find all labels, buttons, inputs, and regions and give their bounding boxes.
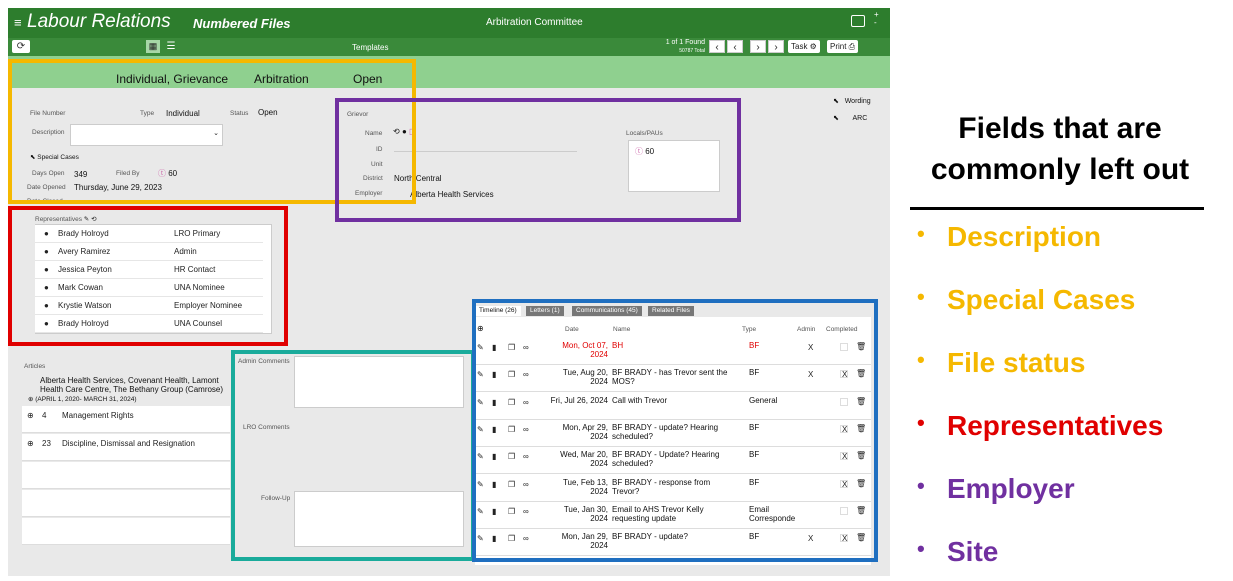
- layout-title: Numbered Files: [193, 16, 291, 31]
- bullet-icon: •: [917, 284, 925, 309]
- list-view-icon[interactable]: ☰: [164, 40, 178, 53]
- highlight-grievor: [335, 98, 741, 222]
- total-count: 50787 Total: [679, 48, 705, 54]
- toolbar: ⟳ ▦ ☰ Templates 1 of 1 Found 50787 Total …: [8, 38, 890, 56]
- article-row: [22, 462, 230, 489]
- record-count: 1 of 1 Found 50787 Total: [648, 39, 705, 55]
- committee-label: Arbitration Committee: [486, 17, 583, 28]
- article-number: 23: [42, 439, 51, 448]
- callout-panel: Fields that are commonly left out • Descri…: [905, 108, 1215, 567]
- up-circle-icon[interactable]: ⊕: [27, 439, 34, 448]
- last-record-icon[interactable]: ›: [768, 40, 784, 53]
- highlight-timeline: [472, 299, 878, 562]
- bullet-icon: •: [917, 473, 925, 498]
- callout-item-text: Description: [947, 221, 1102, 252]
- article-row[interactable]: ⊕ 23 Discipline, Dismissal and Resignation: [22, 434, 230, 461]
- wording-link[interactable]: ⬉ Wording: [833, 97, 871, 105]
- wording-label: Wording: [844, 98, 871, 105]
- print-label: Print: [830, 42, 847, 51]
- article-row: [22, 518, 230, 545]
- window-icon[interactable]: [851, 15, 865, 27]
- article-number: 4: [42, 411, 47, 420]
- callout-item-text: File status: [947, 347, 1086, 378]
- found-count: 1 of 1 Found: [665, 39, 705, 46]
- form-view-icon[interactable]: ▦: [146, 40, 160, 53]
- prev-record-icon[interactable]: ‹: [727, 40, 743, 53]
- callout-heading: Fields that are commonly left out: [905, 108, 1215, 190]
- article-title: Discipline, Dismissal and Resignation: [62, 439, 195, 448]
- refresh-icon[interactable]: ⟳: [12, 40, 30, 53]
- highlight-representatives: [8, 206, 288, 346]
- bullet-icon: •: [917, 221, 925, 246]
- next-record-icon[interactable]: ›: [750, 40, 766, 53]
- callout-item-text: Representatives: [947, 410, 1164, 441]
- hamburger-menu-icon[interactable]: ≡: [14, 15, 22, 30]
- templates-link[interactable]: Templates: [352, 43, 388, 52]
- callout-item-text: Employer: [947, 473, 1075, 504]
- article-row: [22, 490, 230, 517]
- articles-label: Articles: [24, 363, 46, 370]
- app-header: ≡ Labour Relations Numbered Files Arbitr…: [8, 8, 890, 38]
- callout-item-text: Site: [947, 536, 999, 567]
- more-icon[interactable]: + -: [874, 11, 879, 27]
- callout-heading-line-1: Fields that are: [958, 112, 1162, 145]
- up-circle-icon[interactable]: ⊕: [27, 411, 34, 420]
- highlight-comments: [231, 350, 475, 561]
- callout-divider: [910, 207, 1204, 210]
- agreement-dates: (APRIL 1, 2020- MARCH 31, 2024): [35, 396, 137, 403]
- agreement-line-2: Health Care Centre, The Bethany Group (C…: [40, 385, 224, 394]
- arc-label: ARC: [852, 115, 868, 122]
- task-button[interactable]: Task ⚙: [788, 40, 820, 53]
- callout-heading-line-2: commonly left out: [930, 153, 1190, 186]
- bullet-icon: •: [917, 536, 925, 561]
- bullet-icon: •: [917, 347, 925, 372]
- labour-relations-window: ≡ Labour Relations Numbered Files Arbitr…: [8, 8, 890, 576]
- agreement-line-3: ⊕ (APRIL 1, 2020- MARCH 31, 2024): [28, 395, 137, 403]
- callout-item-text: Special Cases: [947, 284, 1136, 315]
- article-title: Management Rights: [62, 411, 134, 420]
- article-row[interactable]: ⊕ 4 Management Rights: [22, 406, 230, 433]
- first-record-icon[interactable]: ‹: [709, 40, 725, 53]
- app-title: Labour Relations: [27, 11, 171, 32]
- agreement-line-1: Alberta Health Services, Covenant Health…: [40, 376, 219, 385]
- print-button[interactable]: Print ⎙: [827, 40, 859, 53]
- task-label: Task: [791, 42, 808, 51]
- bullet-icon: •: [917, 410, 925, 435]
- up-circle-icon[interactable]: ⊕: [28, 396, 33, 403]
- arc-link[interactable]: ⬉ ARC: [833, 114, 867, 122]
